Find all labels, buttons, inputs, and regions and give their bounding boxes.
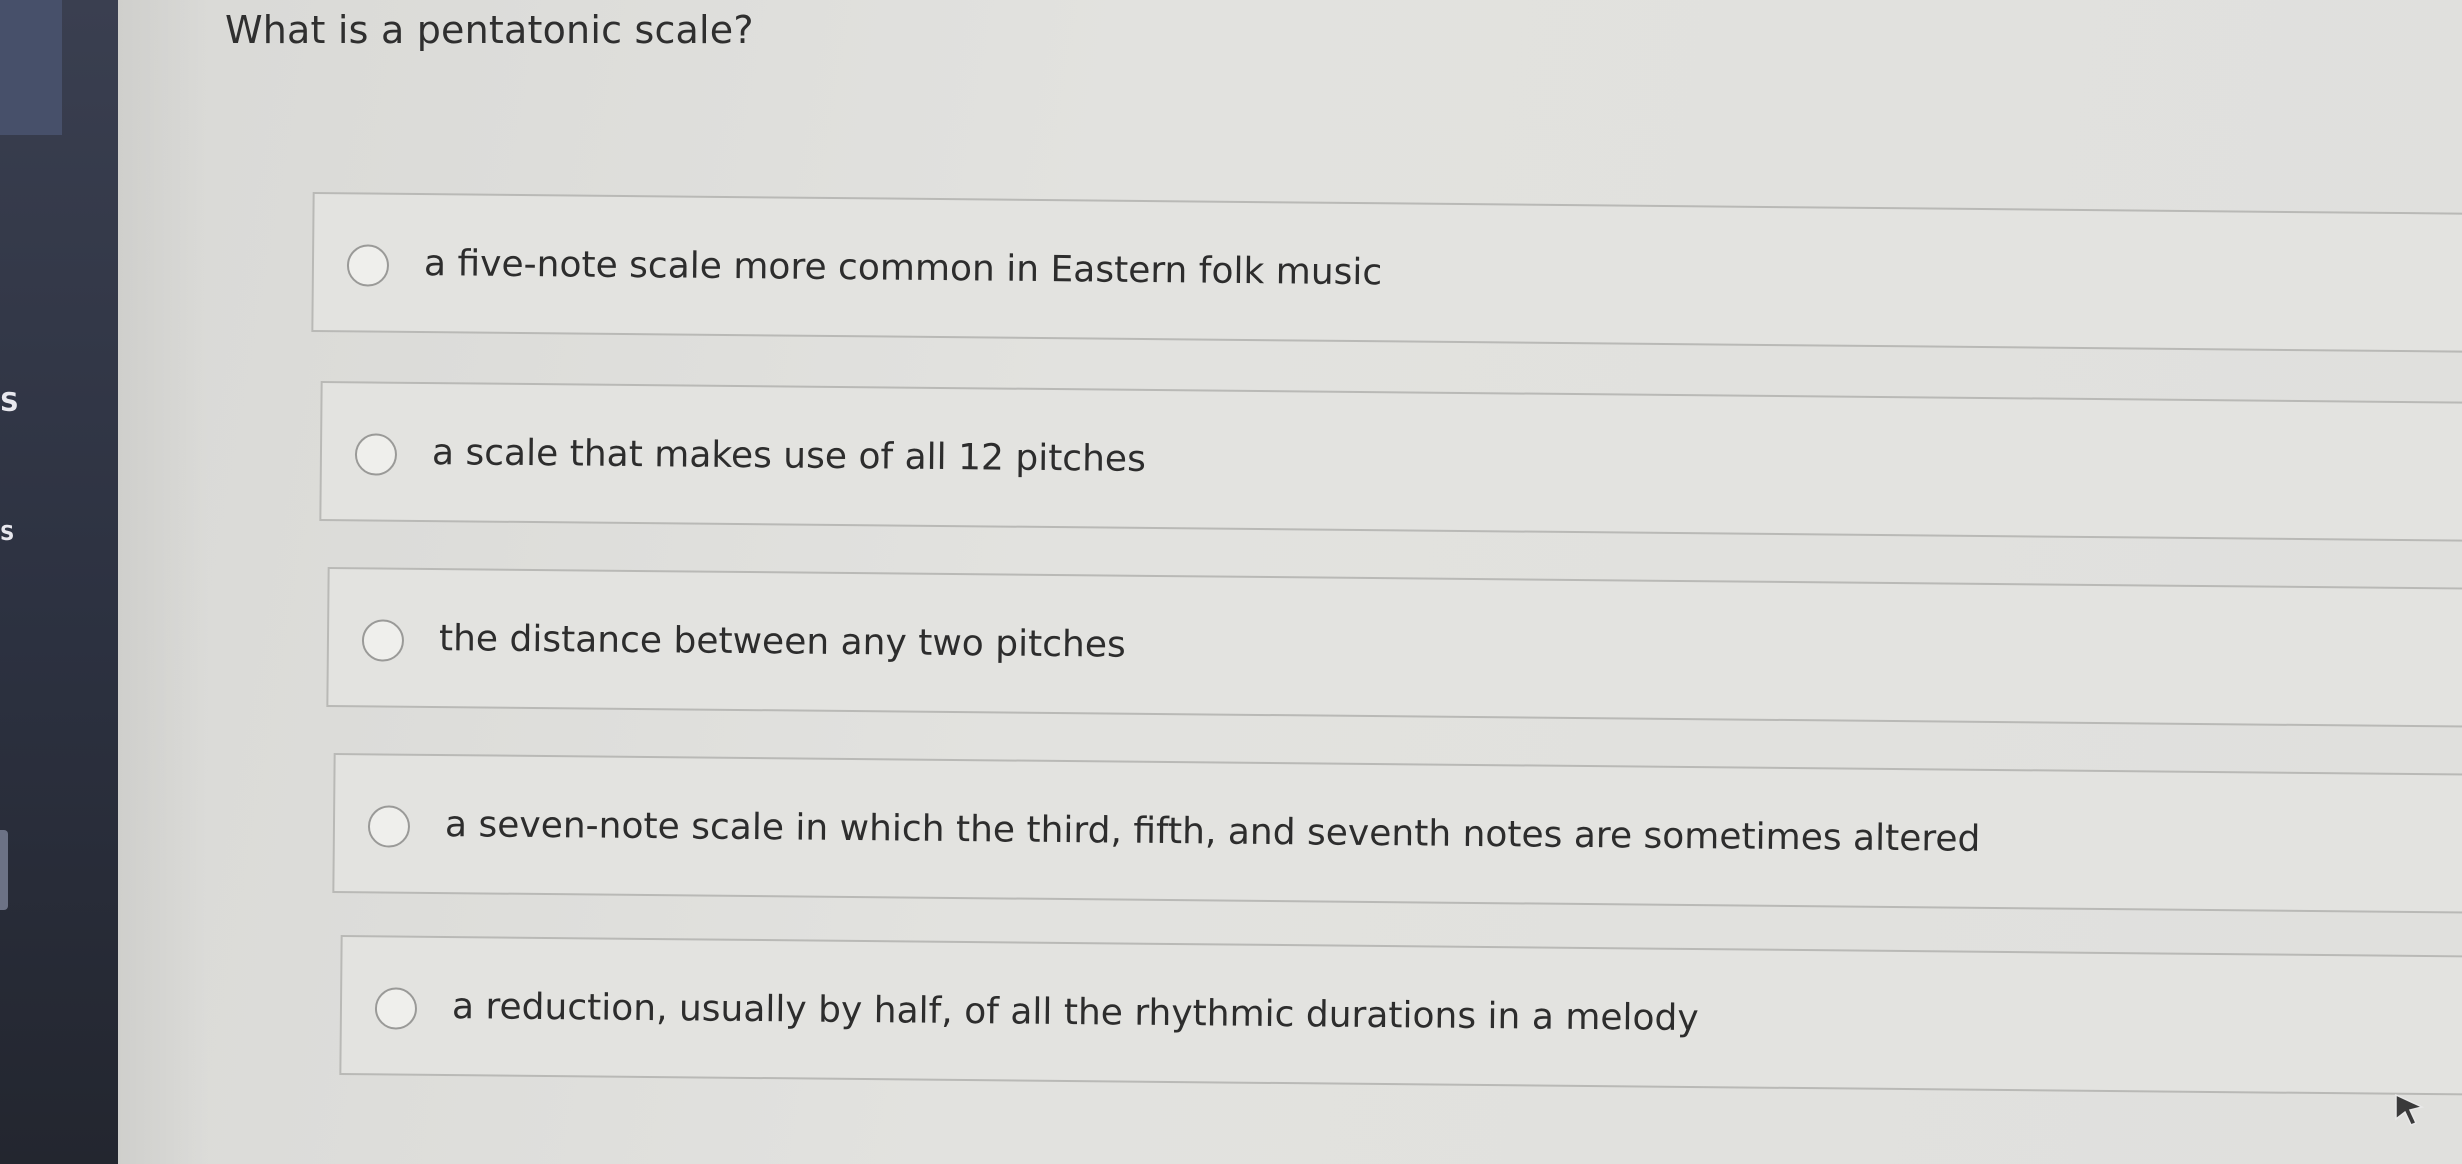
radio-button[interactable] <box>354 433 398 476</box>
radio-button[interactable] <box>361 619 405 662</box>
radio-button[interactable] <box>367 805 411 848</box>
answer-option-2[interactable]: a scale that makes use of all 12 pitches <box>319 381 2462 542</box>
sidebar-item-letter[interactable]: S <box>0 520 14 546</box>
sidebar: S S <box>0 0 118 1164</box>
radio-button[interactable] <box>346 244 390 287</box>
sidebar-header-strip <box>0 0 62 135</box>
answer-option-4[interactable]: a seven-note scale in which the third, f… <box>332 753 2462 914</box>
answer-option-1[interactable]: a five-note scale more common in Eastern… <box>311 192 2462 353</box>
question-text: What is a pentatonic scale? <box>225 8 754 52</box>
answer-option-label[interactable]: the distance between any two pitches <box>439 618 1126 666</box>
answer-option-3[interactable]: the distance between any two pitches <box>326 567 2462 728</box>
answer-option-label[interactable]: a five-note scale more common in Eastern… <box>424 243 1383 293</box>
answer-option-label[interactable]: a scale that makes use of all 12 pitches <box>432 432 1146 480</box>
content-shadow <box>118 0 208 1164</box>
answer-option-label[interactable]: a seven-note scale in which the third, f… <box>445 804 1981 860</box>
radio-button[interactable] <box>374 987 418 1030</box>
sidebar-item-letter[interactable]: S <box>0 390 19 416</box>
answer-option-5[interactable]: a reduction, usually by half, of all the… <box>339 935 2462 1096</box>
mouse-cursor-icon <box>2395 1093 2425 1126</box>
answer-option-label[interactable]: a reduction, usually by half, of all the… <box>452 986 1699 1039</box>
sidebar-tab[interactable] <box>0 830 8 910</box>
